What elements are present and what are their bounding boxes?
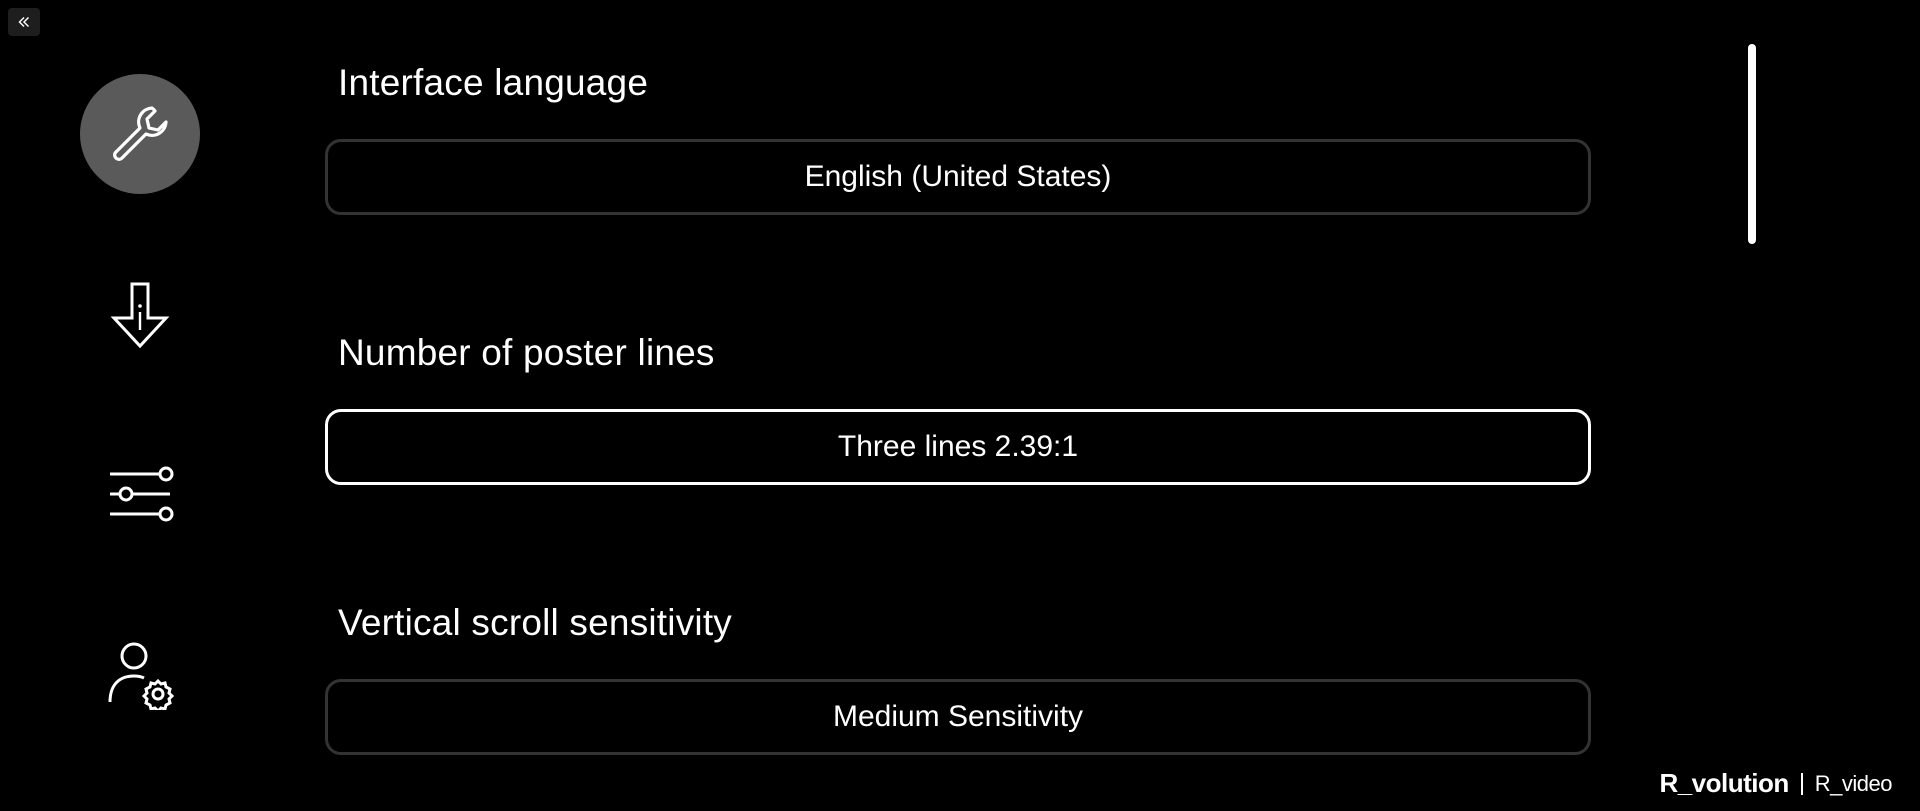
setting-title-interface-language: Interface language: [338, 62, 649, 103]
settings-content: Interface language English (United State…: [325, 0, 1595, 811]
rvolution-logo: R_volution: [1659, 768, 1789, 798]
double-chevron-left-icon: [18, 16, 30, 28]
collapse-sidebar-button[interactable]: [8, 8, 40, 36]
sidebar-item-preferences[interactable]: [80, 434, 200, 554]
setting-title-scroll-sensitivity: Vertical scroll sensitivity: [338, 602, 733, 643]
brand-logo: R_volution R_video: [1659, 768, 1892, 799]
scroll-sensitivity-select[interactable]: Medium Sensitivity: [325, 679, 1591, 755]
rvideo-logo: R_video: [1814, 770, 1893, 796]
user-gear-icon: [108, 642, 175, 710]
interface-language-select[interactable]: English (United States): [325, 139, 1591, 215]
sidebar-item-downloads[interactable]: [80, 254, 200, 374]
brand-divider: [1800, 772, 1803, 795]
sliders-icon: [110, 466, 174, 522]
sidebar-item-general[interactable]: [80, 74, 200, 194]
wrench-icon: [113, 106, 168, 161]
poster-lines-select[interactable]: Three lines 2.39:1: [325, 409, 1591, 485]
sidebar-item-account[interactable]: [80, 614, 200, 734]
vertical-scrollbar[interactable]: [1748, 44, 1756, 244]
setting-title-poster-lines: Number of poster lines: [338, 332, 715, 373]
download-info-icon: [110, 282, 170, 349]
settings-page: Interface language English (United State…: [0, 0, 1920, 811]
